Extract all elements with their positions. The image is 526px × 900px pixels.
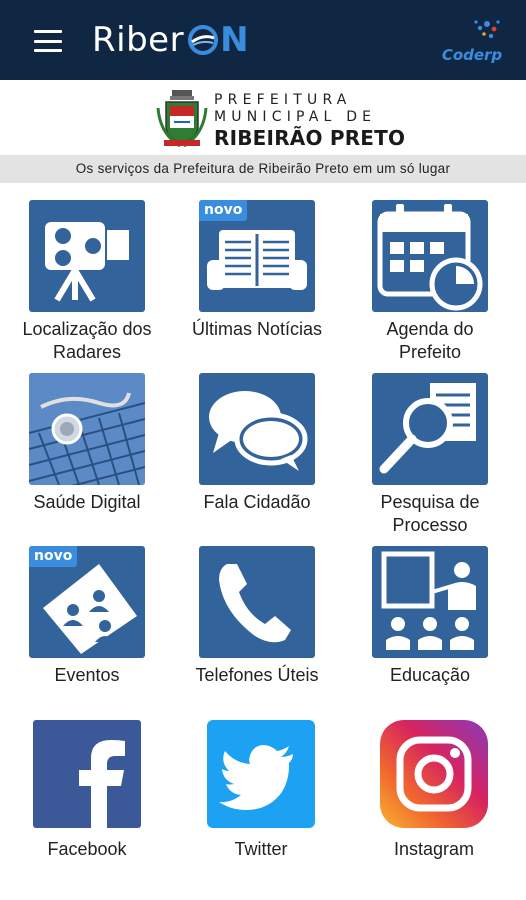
- facebook-icon: [79, 740, 125, 828]
- classroom-icon: [381, 551, 476, 650]
- tile-label: Fala Cidadão: [203, 492, 311, 512]
- instagram-icon: [396, 736, 472, 812]
- tile-eventos[interactable]: novo Eventos: [12, 546, 162, 687]
- prefeitura-header: PREFEITURA MUNICIPAL DE RIBEIRÃO PRETO: [0, 84, 526, 154]
- tile-instagram[interactable]: Instagram: [359, 720, 509, 861]
- globe-o-icon: [188, 25, 219, 55]
- novo-badge: novo: [199, 200, 248, 221]
- hamburger-menu-icon[interactable]: [34, 30, 62, 52]
- header-line-2: MUNICIPAL DE: [214, 109, 377, 125]
- tile-label: Twitter: [234, 839, 288, 859]
- speed-camera-icon: [45, 222, 129, 302]
- coderp-logo: Coderp: [440, 18, 504, 64]
- tile-educacao[interactable]: Educação: [355, 546, 505, 687]
- header-line-3: RIBEIRÃO PRETO: [214, 126, 406, 150]
- tile-fala-cidadao[interactable]: Fala Cidadão: [182, 373, 332, 514]
- speech-bubbles-icon: [209, 391, 308, 471]
- tagline: Os serviços da Prefeitura de Ribeirão Pr…: [0, 155, 526, 183]
- app-bar: Riber N Coderp: [0, 0, 526, 80]
- tile-label: Educação: [389, 665, 471, 685]
- tile-agenda[interactable]: Agenda do Prefeito: [355, 200, 505, 364]
- tile-label: Agenda do Prefeito: [386, 319, 474, 362]
- tile-radares[interactable]: Localização dos Radares: [12, 200, 162, 364]
- logo-text: Riber: [92, 20, 185, 60]
- tile-label: Eventos: [54, 665, 120, 685]
- riberon-logo: Riber N: [92, 18, 249, 62]
- tile-label: Instagram: [393, 839, 475, 859]
- tile-label: Saúde Digital: [33, 492, 141, 512]
- tile-saude[interactable]: Saúde Digital: [12, 373, 162, 514]
- city-crest-icon: [156, 90, 208, 148]
- tile-label: Localização dos Radares: [22, 319, 152, 362]
- tile-label: Facebook: [47, 839, 127, 859]
- tile-label: Últimas Notícias: [191, 319, 323, 339]
- novo-badge: novo: [29, 546, 78, 567]
- tile-telefones[interactable]: Telefones Úteis: [182, 546, 332, 687]
- stethoscope-keyboard-icon: [29, 373, 145, 485]
- tile-pesquisa-processo[interactable]: Pesquisa de Processo: [355, 373, 505, 537]
- tile-facebook[interactable]: Facebook: [12, 720, 162, 861]
- header-line-1: PREFEITURA: [214, 92, 352, 108]
- logo-text-suffix: N: [220, 20, 250, 60]
- tile-label: Pesquisa de Processo: [380, 492, 480, 535]
- phone-icon: [219, 564, 291, 643]
- tile-twitter[interactable]: Twitter: [186, 720, 336, 861]
- tile-label: Telefones Úteis: [195, 665, 319, 685]
- coderp-wordmark: Coderp: [441, 46, 503, 64]
- tile-noticias[interactable]: novo Últimas Notícias: [182, 200, 332, 341]
- calendar-clock-icon: [377, 204, 483, 311]
- twitter-icon: [219, 745, 293, 810]
- document-search-icon: [379, 383, 476, 474]
